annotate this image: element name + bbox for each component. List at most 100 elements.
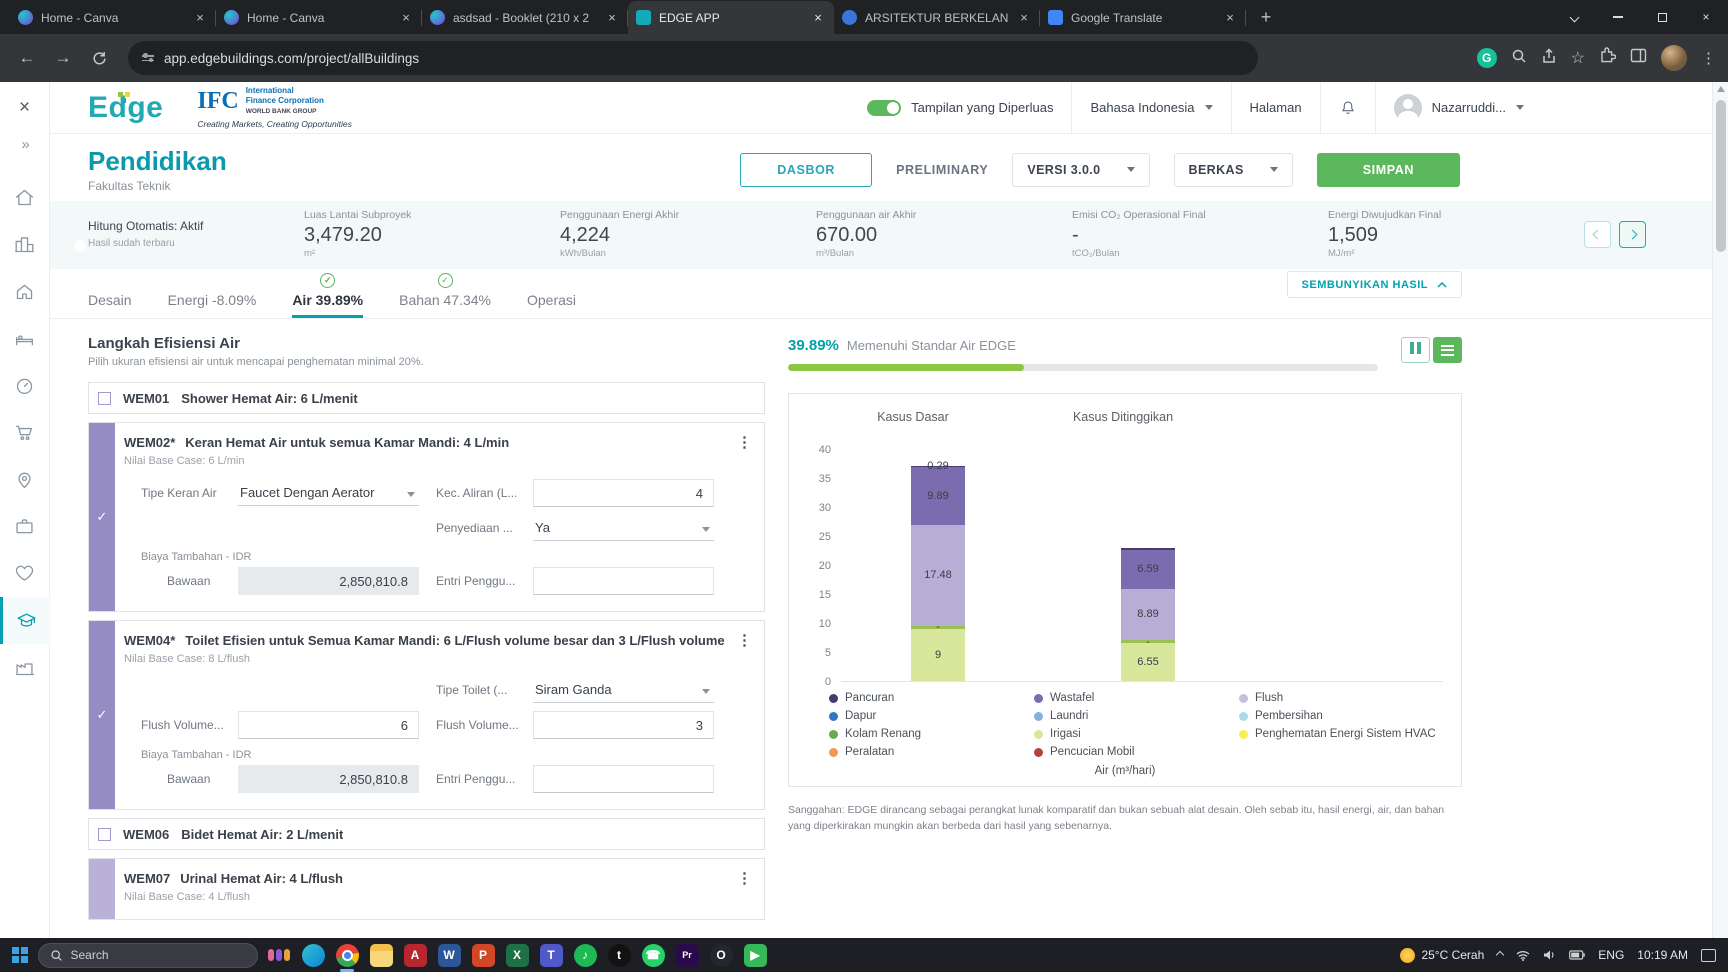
list-view-toggle[interactable] <box>1433 337 1462 363</box>
weather-widget[interactable]: 25°C Cerah <box>1400 947 1484 963</box>
profile-avatar[interactable] <box>1661 45 1687 71</box>
tab-operasi[interactable]: Operasi <box>527 273 576 318</box>
next-subproject-button[interactable] <box>1619 220 1646 248</box>
browser-tab[interactable]: ARSITEKTUR BERKELANJU × <box>834 1 1040 34</box>
user-menu[interactable]: Nazarruddi... <box>1374 82 1542 133</box>
teams-icon[interactable]: T <box>539 943 563 967</box>
tray-chevron-up-icon[interactable] <box>1496 950 1505 960</box>
maximize-button[interactable] <box>1640 0 1684 34</box>
taskbar-search[interactable]: Search <box>37 942 258 968</box>
new-tab-button[interactable]: + <box>1252 3 1280 31</box>
explorer-icon[interactable] <box>369 943 393 967</box>
tab-close-icon[interactable]: × <box>604 10 620 26</box>
wem07-selected-stripe[interactable]: ✓ <box>89 859 115 919</box>
page-menu[interactable]: Halaman <box>1230 82 1320 133</box>
search-lens-icon[interactable] <box>1511 48 1527 69</box>
browser-tab[interactable]: Home - Canva × <box>216 1 422 34</box>
user-cost-input[interactable] <box>533 765 714 793</box>
tiktok-icon[interactable]: t <box>607 943 631 967</box>
browser-tab[interactable]: EDGE APP × <box>628 1 834 34</box>
tab-close-icon[interactable]: × <box>192 10 208 26</box>
notification-center-icon[interactable] <box>1701 948 1716 962</box>
version-dropdown[interactable]: VERSI 3.0.0 <box>1012 152 1150 187</box>
browser-tab[interactable]: Home - Canva × <box>10 1 216 34</box>
chrome-icon[interactable] <box>335 943 359 967</box>
toilet-type-select[interactable]: Siram Ganda <box>533 677 714 703</box>
battery-icon[interactable] <box>1569 950 1586 960</box>
tab-bahan[interactable]: ✓ Bahan 47.34% <box>399 273 491 318</box>
expanded-view-toggle[interactable] <box>867 99 902 116</box>
wem02-selected-stripe[interactable]: ✓ <box>89 423 115 611</box>
measure-menu-icon[interactable]: ⋮ <box>737 631 752 649</box>
back-icon[interactable]: ← <box>12 43 42 73</box>
wem01-checkbox[interactable] <box>98 391 111 405</box>
chart-view-toggle[interactable] <box>1401 337 1430 363</box>
grammarly-icon[interactable]: G <box>1476 48 1497 68</box>
premiere-icon[interactable]: Pr <box>675 943 699 967</box>
whatsapp-icon[interactable]: ☎ <box>641 943 665 967</box>
excel-icon[interactable]: X <box>505 943 529 967</box>
reload-icon[interactable] <box>84 43 114 73</box>
tab-close-icon[interactable]: × <box>810 10 826 26</box>
obs-icon[interactable]: O <box>709 943 733 967</box>
tab-close-icon[interactable]: × <box>1016 10 1032 26</box>
address-bar[interactable]: app.edgebuildings.com/project/allBuildin… <box>128 41 1258 75</box>
shareit-icon[interactable]: ▶ <box>743 943 767 967</box>
flush-small-input[interactable] <box>533 711 714 739</box>
education-icon[interactable] <box>0 597 50 644</box>
forward-icon[interactable]: → <box>48 43 78 73</box>
cart-icon[interactable] <box>0 409 50 456</box>
faucet-type-select[interactable]: Faucet Dengan Aerator <box>238 480 419 506</box>
tab-air[interactable]: ✓ Air 39.89% <box>292 273 364 318</box>
tab-search-caret-icon[interactable] <box>1552 0 1596 34</box>
hide-results-button[interactable]: SEMBUNYIKAN HASIL <box>1286 271 1462 298</box>
tab-close-icon[interactable]: × <box>398 10 414 26</box>
notifications-button[interactable] <box>1319 82 1375 133</box>
acrobat-icon[interactable]: A <box>403 943 427 967</box>
measure-menu-icon[interactable]: ⋮ <box>737 869 752 887</box>
save-button[interactable]: SIMPAN <box>1316 152 1460 187</box>
close-button[interactable]: × <box>1684 0 1728 34</box>
briefcase-icon[interactable] <box>0 503 50 550</box>
tab-desain[interactable]: Desain <box>88 273 132 318</box>
wem04-selected-stripe[interactable]: ✓ <box>89 621 115 809</box>
buildings-icon[interactable] <box>0 221 50 268</box>
user-cost-input[interactable] <box>533 567 714 595</box>
extensions-icon[interactable] <box>1599 47 1617 69</box>
health-icon[interactable] <box>0 550 50 597</box>
wem06-checkbox[interactable] <box>98 827 111 841</box>
network-icon[interactable] <box>1516 949 1530 961</box>
supply-select[interactable]: Ya <box>533 515 714 541</box>
scrollbar-thumb[interactable] <box>1715 100 1726 252</box>
dashboard-button[interactable]: DASBOR <box>740 152 873 187</box>
home-icon[interactable] <box>0 174 50 221</box>
start-button[interactable] <box>12 947 28 963</box>
measure-card-wem06[interactable]: WEM06 Bidet Hemat Air: 2 L/menit <box>88 818 765 850</box>
share-icon[interactable] <box>1541 47 1557 69</box>
minimize-button[interactable] <box>1596 0 1640 34</box>
scroll-up-arrow[interactable] <box>1717 86 1725 92</box>
site-info-icon[interactable] <box>142 53 154 62</box>
browser-tab[interactable]: Google Translate × <box>1040 1 1246 34</box>
tab-close-icon[interactable]: × <box>1222 10 1238 26</box>
files-dropdown[interactable]: BERKAS <box>1173 152 1293 187</box>
people-icon[interactable] <box>268 944 291 967</box>
edge-icon[interactable] <box>301 943 325 967</box>
powerpoint-icon[interactable]: P <box>471 943 495 967</box>
volume-icon[interactable] <box>1543 949 1556 961</box>
tab-energi[interactable]: Energi -8.09% <box>168 273 257 318</box>
meter-icon[interactable] <box>0 362 50 409</box>
flow-rate-input[interactable] <box>533 479 714 507</box>
bedroom-icon[interactable] <box>0 315 50 362</box>
clock[interactable]: 10:19 AM <box>1637 948 1688 962</box>
language-selector[interactable]: Bahasa Indonesia <box>1071 82 1230 133</box>
bookmark-star-icon[interactable]: ☆ <box>1571 48 1585 68</box>
word-icon[interactable]: W <box>437 943 461 967</box>
house-icon[interactable] <box>0 268 50 315</box>
measure-card-wem01[interactable]: WEM01 Shower Hemat Air: 6 L/menit <box>88 382 765 414</box>
browser-tab[interactable]: asdsad - Booklet (210 x 2 × <box>422 1 628 34</box>
factory-icon[interactable] <box>0 644 50 691</box>
sidebar-close-icon[interactable]: × <box>0 92 49 124</box>
side-panel-icon[interactable] <box>1630 47 1647 69</box>
measure-menu-icon[interactable]: ⋮ <box>737 433 752 451</box>
